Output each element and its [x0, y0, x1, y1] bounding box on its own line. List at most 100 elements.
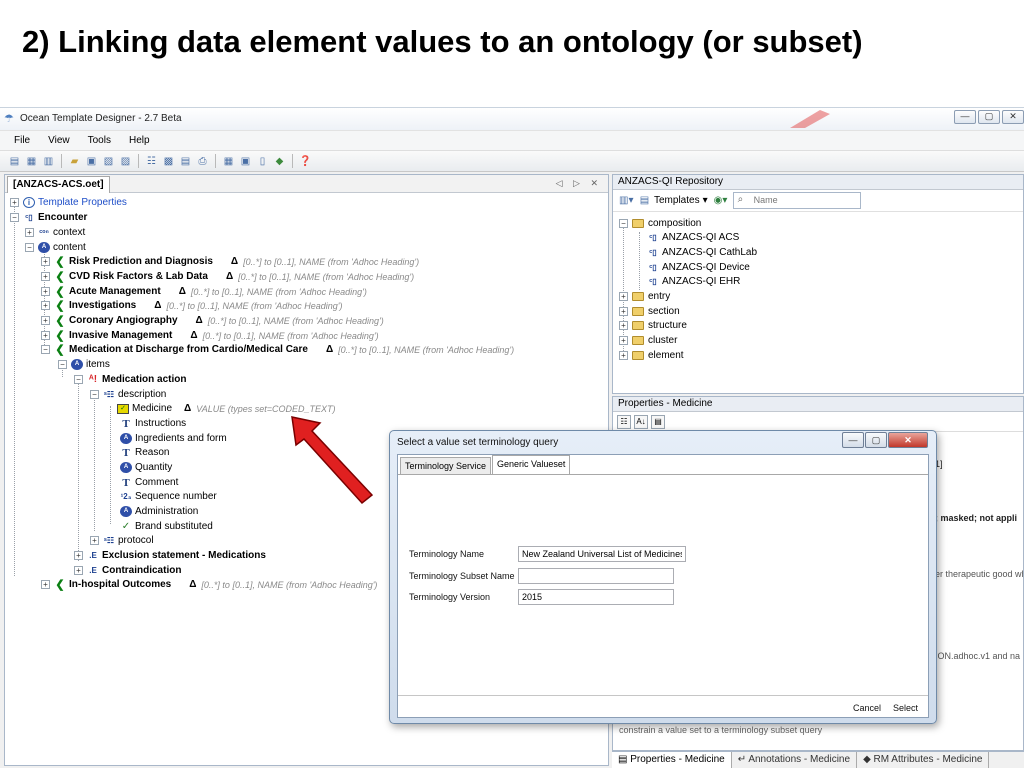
menu-tools[interactable]: Tools: [80, 133, 119, 148]
expand-icon[interactable]: +: [619, 351, 628, 360]
expand-icon[interactable]: +: [41, 301, 50, 310]
collapse-icon[interactable]: −: [74, 375, 83, 384]
tab-annotations-medicine[interactable]: ↵ Annotations - Medicine: [732, 752, 858, 768]
collapse-icon[interactable]: −: [619, 219, 628, 228]
tab-rm-attributes-medicine[interactable]: ◆ RM Attributes - Medicine: [857, 752, 990, 768]
export-icon[interactable]: ▦: [222, 155, 235, 168]
tree-node-element[interactable]: ¹2₃ Sequence number: [120, 489, 217, 504]
save-all-icon[interactable]: ▧: [102, 155, 115, 168]
repo-node-folder[interactable]: + entry: [619, 289, 670, 304]
repo-template-item[interactable]: ᶜ▯ ANZACS-QI Device: [647, 260, 750, 275]
expand-icon[interactable]: +: [619, 321, 628, 330]
repository-search-input[interactable]: ⌕ Name: [732, 192, 861, 209]
collapse-icon[interactable]: −: [41, 345, 50, 354]
publish-icon[interactable]: ▣: [239, 155, 252, 168]
tree-node-description[interactable]: − ˢ☷ description: [90, 387, 166, 402]
close-window-button[interactable]: ✕: [1002, 110, 1024, 124]
tree-node-protocol[interactable]: + ˢ☷ protocol: [90, 533, 154, 548]
tab-generic-valueset[interactable]: Generic Valueset: [492, 455, 571, 474]
repo-node-folder[interactable]: + element: [619, 348, 684, 363]
tree-node-element[interactable]: T Comment: [120, 475, 178, 490]
view-options-icon[interactable]: ▥▾: [619, 194, 633, 207]
repo-template-item[interactable]: ᶜ▯ ANZACS-QI EHR: [647, 274, 740, 289]
properties-icon[interactable]: ▨: [119, 155, 132, 168]
expand-icon[interactable]: +: [41, 272, 50, 281]
repo-template-item[interactable]: ᶜ▯ ANZACS-QI ACS: [647, 230, 739, 245]
templates-dropdown[interactable]: ▤ Templates ▾: [638, 194, 708, 207]
tree-node-section[interactable]: + ❮ Acute Management Δ [0..*] to [0..1],…: [41, 284, 367, 299]
repo-node-folder[interactable]: + cluster: [619, 333, 677, 348]
collapse-icon[interactable]: −: [58, 360, 67, 369]
tree-node-section[interactable]: + ❮ Investigations Δ [0..*] to [0..1], N…: [41, 298, 342, 313]
grid-icon[interactable]: ▩: [162, 155, 175, 168]
tab-anzacs-acs[interactable]: [ANZACS-ACS.oet]: [7, 176, 110, 193]
repo-node-composition[interactable]: − composition: [619, 216, 701, 231]
terminology-name-input[interactable]: [518, 546, 686, 562]
collapse-icon[interactable]: −: [90, 390, 99, 399]
tree-node-section[interactable]: + ❮ Risk Prediction and Diagnosis Δ [0..…: [41, 254, 419, 269]
print-icon[interactable]: ⎙: [196, 155, 209, 168]
expand-icon[interactable]: +: [41, 331, 50, 340]
package-icon[interactable]: ◆: [273, 155, 286, 168]
select-button[interactable]: Select: [893, 703, 918, 713]
tree-node-section[interactable]: + ❮ CVD Risk Factors & Lab Data Δ [0..*]…: [41, 269, 414, 284]
tree-node-element[interactable]: T Instructions: [120, 416, 186, 431]
cancel-button[interactable]: Cancel: [853, 703, 881, 713]
tree-node-element[interactable]: A Ingredients and form: [120, 431, 227, 446]
expand-icon[interactable]: +: [25, 228, 34, 237]
print-preview-icon[interactable]: ▤: [179, 155, 192, 168]
collapse-icon[interactable]: −: [10, 213, 19, 222]
expand-icon[interactable]: +: [41, 287, 50, 296]
menu-view[interactable]: View: [40, 133, 78, 148]
tree-node-encounter[interactable]: − ᶜ▯ Encounter: [10, 210, 87, 225]
tree-node-element[interactable]: A Administration: [120, 504, 198, 519]
tree-node-section[interactable]: + ❮ In-hospital Outcomes Δ [0..*] to [0.…: [41, 577, 377, 592]
tree-node-template-properties[interactable]: + i Template Properties: [10, 195, 127, 210]
expand-icon[interactable]: +: [41, 257, 50, 266]
expand-icon[interactable]: +: [90, 536, 99, 545]
expand-icon[interactable]: +: [41, 580, 50, 589]
expand-icon[interactable]: +: [10, 198, 19, 207]
tree-node-section[interactable]: + ❮ Invasive Management Δ [0..*] to [0..…: [41, 328, 379, 343]
tab-properties-medicine[interactable]: ▤ Properties - Medicine: [612, 752, 732, 768]
expand-icon[interactable]: +: [41, 316, 50, 325]
repo-node-folder[interactable]: + section: [619, 304, 680, 319]
help-icon[interactable]: ❓: [299, 155, 312, 168]
tab-terminology-service[interactable]: Terminology Service: [400, 457, 492, 474]
property-pages-icon[interactable]: ▤: [651, 414, 665, 429]
open-folder-icon[interactable]: ▰: [68, 155, 81, 168]
tree-node-section[interactable]: + ❮ Coronary Angiography Δ [0..*] to [0.…: [41, 313, 384, 328]
tree-node-element[interactable]: T Reason: [120, 445, 169, 460]
tree-icon[interactable]: ☷: [145, 155, 158, 168]
expand-icon[interactable]: +: [619, 336, 628, 345]
dialog-maximize-button[interactable]: ▢: [865, 432, 887, 448]
tree-node-exclusion[interactable]: + .E Exclusion statement - Medications: [74, 548, 266, 563]
globe-icon[interactable]: ◉▾: [714, 194, 728, 207]
tree-node-section-medication-discharge[interactable]: − ❮ Medication at Discharge from Cardio/…: [41, 342, 514, 357]
sort-alpha-icon[interactable]: A↓: [634, 414, 648, 429]
menu-file[interactable]: File: [6, 133, 38, 148]
expand-icon[interactable]: +: [74, 566, 83, 575]
tab-nav-controls[interactable]: ◁ ▷ ✕: [556, 178, 602, 189]
terminology-version-input[interactable]: [518, 589, 674, 605]
tree-node-element[interactable]: A Quantity: [120, 460, 172, 475]
repo-node-folder[interactable]: + structure: [619, 318, 687, 333]
expand-icon[interactable]: +: [619, 307, 628, 316]
menu-help[interactable]: Help: [121, 133, 158, 148]
tree-node-contraindication[interactable]: + .E Contraindication: [74, 563, 181, 578]
new-archetype-icon[interactable]: ▥: [42, 155, 55, 168]
tree-node-content[interactable]: − A content: [25, 240, 86, 255]
document-icon[interactable]: ▯: [256, 155, 269, 168]
tree-node-context[interactable]: + ᶜᵒⁿ context: [25, 225, 85, 240]
maximize-button[interactable]: ▢: [978, 110, 1000, 124]
new-template-icon[interactable]: ▦: [25, 155, 38, 168]
new-icon[interactable]: ▤: [8, 155, 21, 168]
expand-icon[interactable]: +: [74, 551, 83, 560]
dialog-close-button[interactable]: ✕: [888, 432, 928, 448]
collapse-icon[interactable]: −: [25, 243, 34, 252]
repo-template-item[interactable]: ᶜ▯ ANZACS-QI CathLab: [647, 245, 757, 260]
minimize-button[interactable]: —: [954, 110, 976, 124]
tree-node-medication-action[interactable]: − ᴬ! Medication action: [74, 372, 186, 387]
tree-node-items[interactable]: − A items: [58, 357, 110, 372]
dialog-minimize-button[interactable]: —: [842, 432, 864, 448]
